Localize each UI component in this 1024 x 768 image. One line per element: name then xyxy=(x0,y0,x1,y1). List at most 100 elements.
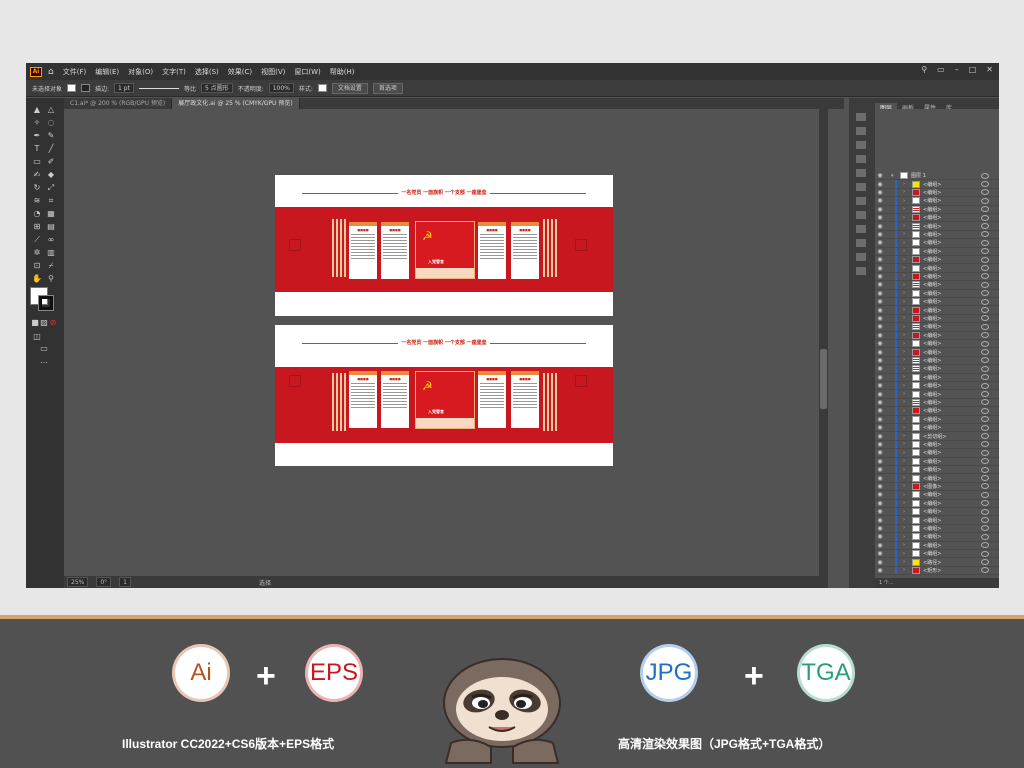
target-circle-icon[interactable] xyxy=(981,382,989,389)
expand-arrow-icon[interactable]: › xyxy=(903,391,909,397)
target-circle-icon[interactable] xyxy=(981,542,989,549)
expand-arrow-icon[interactable]: › xyxy=(903,231,909,237)
layer-row[interactable]: ◉ › <图像> xyxy=(875,482,999,492)
layer-row[interactable]: ◉ › <编组> xyxy=(875,424,999,433)
layer-row[interactable]: ◉ › <编组> xyxy=(875,524,999,534)
target-circle-icon[interactable] xyxy=(981,223,989,230)
expand-arrow-icon[interactable]: › xyxy=(903,408,909,414)
visibility-eye-icon[interactable]: ◉ xyxy=(875,298,885,305)
home-icon[interactable]: ⌂ xyxy=(48,67,54,77)
pen-tool-icon[interactable]: ✒ xyxy=(32,131,42,140)
expand-arrow-icon[interactable]: › xyxy=(903,248,909,254)
expand-arrow-icon[interactable]: › xyxy=(903,349,909,355)
expand-arrow-icon[interactable]: › xyxy=(903,492,909,498)
visibility-eye-icon[interactable]: ◉ xyxy=(875,290,885,297)
stroke-swatch[interactable] xyxy=(81,84,91,92)
expand-arrow-icon[interactable]: › xyxy=(903,399,909,405)
opacity-field[interactable]: 100% xyxy=(268,83,294,93)
visibility-eye-icon[interactable]: ◉ xyxy=(875,181,885,188)
layer-row[interactable]: ◉ › <编组> xyxy=(875,264,999,273)
target-circle-icon[interactable] xyxy=(981,231,989,238)
layer-row[interactable]: ◉ › <编组> xyxy=(875,188,999,198)
target-circle-icon[interactable] xyxy=(981,508,989,515)
magic-wand-icon[interactable]: ✧ xyxy=(32,118,42,127)
expand-arrow-icon[interactable]: ▾ xyxy=(891,173,897,179)
visibility-eye-icon[interactable]: ◉ xyxy=(875,197,885,204)
layer-row[interactable]: ◉ › <编组> xyxy=(875,382,999,391)
visibility-eye-icon[interactable]: ◉ xyxy=(875,533,885,540)
visibility-eye-icon[interactable]: ◉ xyxy=(875,391,885,398)
target-circle-icon[interactable] xyxy=(981,391,989,398)
target-circle-icon[interactable] xyxy=(981,332,989,339)
visibility-eye-icon[interactable]: ◉ xyxy=(875,231,885,238)
visibility-eye-icon[interactable]: ◉ xyxy=(875,491,885,498)
gradient-tool-icon[interactable]: ▤ xyxy=(46,222,56,231)
target-circle-icon[interactable] xyxy=(981,567,989,574)
hand-tool-icon[interactable]: ✋ xyxy=(32,274,42,283)
layer-row[interactable]: ◉ › <编组> xyxy=(875,516,999,525)
expand-arrow-icon[interactable]: › xyxy=(903,517,909,523)
expand-arrow-icon[interactable]: › xyxy=(903,189,909,195)
layer-row-top[interactable]: ◉ ▾ 图层 1 xyxy=(875,172,999,181)
visibility-eye-icon[interactable]: ◉ xyxy=(875,223,885,230)
layer-row[interactable]: ◉ › <编组> xyxy=(875,373,999,382)
expand-arrow-icon[interactable]: › xyxy=(903,366,909,372)
expand-arrow-icon[interactable]: › xyxy=(903,341,909,347)
visibility-eye-icon[interactable]: ◉ xyxy=(875,214,885,221)
expand-arrow-icon[interactable]: › xyxy=(903,315,909,321)
layer-row[interactable]: ◉ › <编组> xyxy=(875,407,999,416)
more-tools-icon[interactable]: ⋯ xyxy=(39,358,49,367)
layer-row[interactable]: ◉ › <编组> xyxy=(875,197,999,206)
perspective-grid-icon[interactable]: ▦ xyxy=(46,209,56,218)
expand-arrow-icon[interactable]: › xyxy=(903,458,909,464)
layer-row[interactable]: ◉ › <编组> xyxy=(875,281,999,290)
expand-arrow-icon[interactable]: › xyxy=(903,374,909,380)
target-circle-icon[interactable] xyxy=(981,491,989,498)
target-circle-icon[interactable] xyxy=(981,458,989,465)
visibility-eye-icon[interactable]: ◉ xyxy=(875,315,885,322)
rectangle-tool-icon[interactable]: ▭ xyxy=(32,157,42,166)
target-circle-icon[interactable] xyxy=(981,189,989,196)
document-setup-button[interactable]: 文档设置 xyxy=(331,82,368,94)
visibility-eye-icon[interactable]: ◉ xyxy=(875,475,885,482)
target-circle-icon[interactable] xyxy=(981,197,989,204)
libraries-icon[interactable] xyxy=(856,127,866,135)
visibility-eye-icon[interactable]: ◉ xyxy=(875,172,885,179)
visibility-eye-icon[interactable]: ◉ xyxy=(875,508,885,515)
visibility-eye-icon[interactable]: ◉ xyxy=(875,466,885,473)
expand-arrow-icon[interactable]: › xyxy=(903,467,909,473)
menu-effect[interactable]: 效果(C) xyxy=(228,67,252,77)
expand-arrow-icon[interactable]: › xyxy=(903,483,909,489)
none-mode-icon[interactable]: ⊘ xyxy=(48,318,58,327)
properties-icon[interactable] xyxy=(856,113,866,121)
target-circle-icon[interactable] xyxy=(981,298,989,305)
expand-arrow-icon[interactable]: › xyxy=(903,500,909,506)
workspace-icon[interactable]: ▭ xyxy=(937,65,945,74)
menu-view[interactable]: 视图(V) xyxy=(261,67,285,77)
expand-arrow-icon[interactable]: › xyxy=(903,567,909,573)
tab-document-2[interactable]: 展厅政文化.ai @ 25 % (CMYK/GPU 预览) xyxy=(172,98,300,109)
target-circle-icon[interactable] xyxy=(981,181,989,188)
expand-arrow-icon[interactable]: › xyxy=(903,534,909,540)
layer-row[interactable]: ◉ › <编组> xyxy=(875,449,999,458)
layer-row[interactable]: ◉ › <编组> xyxy=(875,499,999,508)
layer-row[interactable]: ◉ › <路径> xyxy=(875,558,999,567)
screen-mode-icon[interactable]: ▭ xyxy=(39,344,49,353)
rotate-tool-icon[interactable]: ↻ xyxy=(32,183,42,192)
target-circle-icon[interactable] xyxy=(981,273,989,280)
visibility-eye-icon[interactable]: ◉ xyxy=(875,206,885,213)
target-circle-icon[interactable] xyxy=(981,449,989,456)
layer-row[interactable]: ◉ › <编组> xyxy=(875,331,999,340)
target-circle-icon[interactable] xyxy=(981,206,989,213)
artboard-2[interactable]: 一名党员 一面旗帜 一个支部 一座堡垒 ■■■■ ■■■■ ☭ 入党誓言 ■■■… xyxy=(275,325,613,466)
scrollbar-thumb[interactable] xyxy=(820,349,827,409)
menu-type[interactable]: 文字(T) xyxy=(162,67,186,77)
align-icon[interactable] xyxy=(856,253,866,261)
target-circle-icon[interactable] xyxy=(981,483,989,490)
shaper-tool-icon[interactable]: ✍ xyxy=(32,170,42,179)
target-circle-icon[interactable] xyxy=(981,466,989,473)
expand-arrow-icon[interactable]: › xyxy=(903,273,909,279)
expand-arrow-icon[interactable]: › xyxy=(903,215,909,221)
layer-row[interactable]: ◉ › <剪切组> xyxy=(875,432,999,441)
layer-row[interactable]: ◉ › <编组> xyxy=(875,474,999,483)
